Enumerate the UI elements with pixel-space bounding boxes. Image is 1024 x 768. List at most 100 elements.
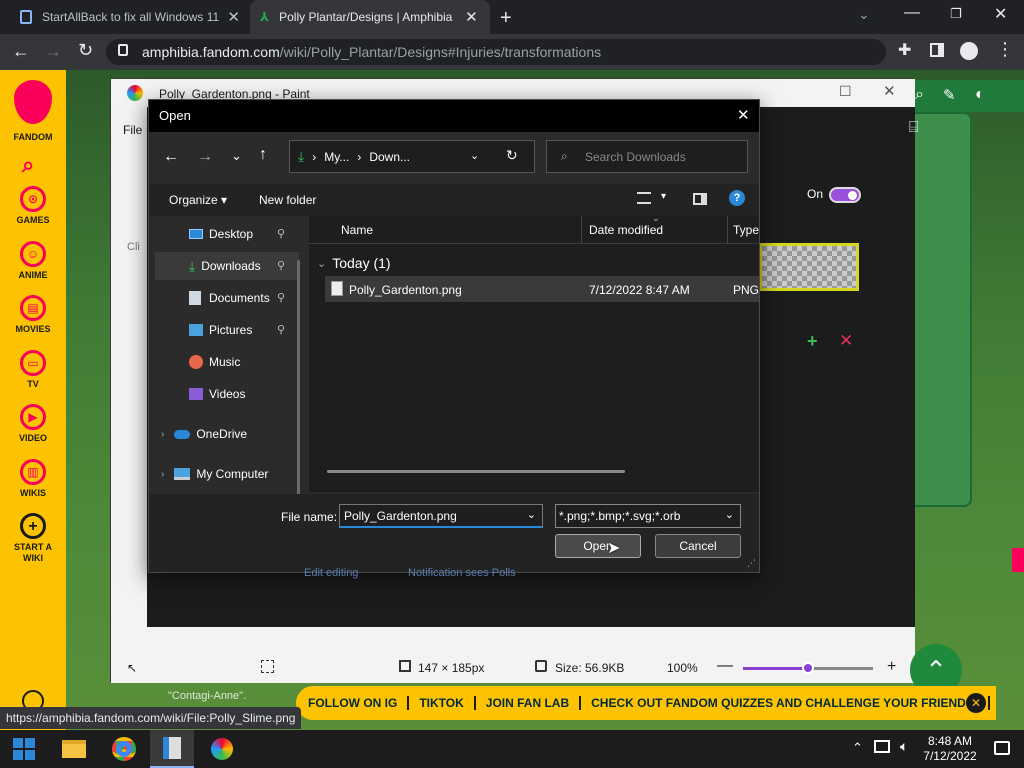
banner-link-fanlab[interactable]: JOIN FAN LAB bbox=[476, 696, 582, 710]
breadcrumb-segment[interactable]: Down... bbox=[369, 150, 410, 164]
back-icon[interactable]: ← bbox=[163, 148, 179, 166]
tab-startallback[interactable]: StartAllBack to fix all Windows 11 ✕ bbox=[10, 0, 250, 34]
zoom-out-icon[interactable]: — bbox=[717, 657, 733, 675]
nav-item-pictures[interactable]: Pictures ⚲ bbox=[149, 316, 299, 344]
taskbar-paint[interactable] bbox=[200, 730, 244, 768]
extensions-icon[interactable]: ✚ bbox=[898, 40, 911, 60]
restore-icon[interactable]: ❐ bbox=[950, 6, 962, 22]
notification-center-icon[interactable] bbox=[994, 741, 1010, 755]
nav-item-documents[interactable]: Documents ⚲ bbox=[149, 284, 299, 312]
nav-item-my-computer[interactable]: › My Computer bbox=[149, 460, 299, 488]
address-dropdown-icon[interactable]: ⌄ bbox=[470, 149, 479, 162]
view-options-icon[interactable] bbox=[637, 192, 651, 204]
banner-link-tiktok[interactable]: TIKTOK bbox=[409, 696, 476, 710]
banner-link-ig[interactable]: FOLLOW ON IG bbox=[296, 696, 410, 710]
new-folder-button[interactable]: New folder bbox=[259, 193, 316, 207]
new-tab-icon[interactable]: + bbox=[500, 7, 512, 30]
cancel-button[interactable]: Cancel bbox=[655, 534, 741, 558]
reload-icon[interactable]: ↻ bbox=[78, 40, 93, 61]
view-dropdown-icon[interactable]: ▾ bbox=[661, 191, 666, 202]
forward-icon[interactable]: → bbox=[44, 41, 62, 62]
expand-chevron-icon[interactable]: › bbox=[161, 429, 164, 440]
visibility-toggle[interactable] bbox=[829, 187, 861, 203]
theme-toggle-icon[interactable]: ◐ bbox=[975, 86, 985, 104]
side-panel-icon[interactable] bbox=[930, 43, 944, 57]
profile-avatar-icon[interactable] bbox=[960, 42, 978, 60]
search-icon[interactable]: ⌕ bbox=[22, 152, 34, 178]
recent-locations-icon[interactable]: ⌄ bbox=[231, 148, 242, 164]
add-layer-icon[interactable]: + bbox=[807, 331, 818, 352]
close-icon[interactable]: ✕ bbox=[465, 8, 478, 26]
search-downloads-input[interactable]: ⌕ Search Downloads bbox=[546, 140, 748, 173]
rail-item-start-wiki[interactable]: + START A WIKI bbox=[0, 513, 66, 564]
expand-chevron-icon[interactable]: › bbox=[161, 469, 164, 480]
search-icon[interactable]: ⌕ bbox=[915, 86, 924, 104]
zoom-in-icon[interactable]: + bbox=[887, 658, 896, 676]
zoom-slider-thumb[interactable] bbox=[802, 662, 814, 674]
zoom-slider[interactable] bbox=[743, 662, 873, 674]
nav-item-videos[interactable]: Videos bbox=[149, 380, 299, 408]
nav-item-downloads[interactable]: ⤓ Downloads ⚲ bbox=[155, 252, 299, 280]
layer-thumbnail[interactable] bbox=[759, 243, 859, 291]
tab-search-icon[interactable]: ⌄ bbox=[858, 6, 870, 23]
address-bar[interactable]: amphibia.fandom.com/wiki/Polly_Plantar/D… bbox=[106, 39, 886, 65]
nav-item-music[interactable]: Music bbox=[149, 348, 299, 376]
group-header-today[interactable]: ⌄ Today (1) bbox=[317, 252, 757, 274]
breadcrumb-segment[interactable]: My... bbox=[324, 150, 349, 164]
menu-kebab-icon[interactable]: ⋮ bbox=[996, 40, 1014, 58]
background-link[interactable]: Edit editing bbox=[304, 567, 358, 579]
forward-icon[interactable]: → bbox=[197, 148, 213, 166]
discussions-icon[interactable]: ✎ bbox=[943, 86, 956, 104]
address-breadcrumb[interactable]: ⤓ › My... › Down... ⌄ ↻ bbox=[289, 140, 535, 173]
dropdown-icon[interactable]: ⌄ bbox=[527, 508, 536, 521]
file-type-filter-select[interactable]: *.png;*.bmp;*.svg;*.orb ⌄ bbox=[555, 504, 741, 528]
dropdown-icon[interactable]: ⌄ bbox=[725, 508, 734, 521]
dialog-close-icon[interactable]: ✕ bbox=[737, 106, 750, 124]
refresh-icon[interactable]: ↻ bbox=[506, 147, 518, 164]
column-header-type[interactable]: Type bbox=[733, 223, 759, 237]
rail-item-movies[interactable]: ▤ MOVIES bbox=[0, 295, 66, 335]
fandom-brand-label[interactable]: FANDOM bbox=[0, 132, 66, 143]
volume-icon[interactable]: 🔈︎ bbox=[900, 738, 908, 755]
taskbar-explorer[interactable] bbox=[52, 730, 96, 768]
feedback-tab[interactable] bbox=[1012, 548, 1024, 572]
taskbar-clock[interactable]: 8:48 AM 7/12/2022 bbox=[922, 734, 978, 764]
file-row[interactable]: Polly_Gardenton.png 7/12/2022 8:47 AM PN… bbox=[325, 276, 759, 302]
paint-file-menu[interactable]: File bbox=[123, 123, 142, 137]
close-icon[interactable]: ✕ bbox=[883, 82, 896, 100]
background-link[interactable]: Notification sees Polls bbox=[408, 567, 516, 579]
network-icon[interactable] bbox=[874, 740, 890, 753]
column-header-name[interactable]: Name bbox=[341, 223, 373, 237]
close-icon[interactable]: ✕ bbox=[227, 8, 240, 26]
help-icon[interactable]: ? bbox=[729, 190, 745, 206]
horizontal-scrollbar[interactable] bbox=[327, 470, 625, 473]
rail-item-tv[interactable]: ▭ TV bbox=[0, 350, 66, 390]
start-button[interactable] bbox=[2, 730, 46, 768]
banner-link-quizzes[interactable]: CHECK OUT FANDOM QUIZZES AND CHALLENGE Y… bbox=[581, 696, 990, 710]
rail-item-video[interactable]: ▶ VIDEO bbox=[0, 404, 66, 444]
up-folder-icon[interactable]: ↑ bbox=[259, 146, 267, 164]
layers-icon[interactable]: ⌸ bbox=[909, 119, 919, 137]
fandom-logo-icon[interactable] bbox=[14, 80, 52, 124]
tab-amphibia[interactable]: ⅄ Polly Plantar/Designs | Amphibia ✕ bbox=[250, 0, 490, 34]
rail-item-wikis[interactable]: ▥ WIKIS bbox=[0, 459, 66, 499]
back-icon[interactable]: ← bbox=[12, 41, 30, 62]
minimize-icon[interactable]: — bbox=[904, 4, 920, 22]
tray-overflow-icon[interactable]: ⌃ bbox=[852, 740, 863, 756]
banner-close-icon[interactable]: ✕ bbox=[966, 693, 986, 713]
rail-item-games[interactable]: ⊙ GAMES bbox=[0, 186, 66, 226]
nav-item-onedrive[interactable]: › OneDrive bbox=[149, 420, 299, 448]
taskbar-chrome[interactable] bbox=[102, 730, 146, 768]
file-name-input[interactable]: Polly_Gardenton.png ⌄ bbox=[339, 504, 543, 528]
close-window-icon[interactable]: ✕ bbox=[994, 4, 1007, 24]
preview-pane-icon[interactable] bbox=[693, 193, 707, 205]
organize-button[interactable]: Organize ▾ bbox=[169, 193, 227, 207]
maximize-icon[interactable]: ☐ bbox=[839, 83, 852, 100]
resize-grip-icon[interactable]: ⋰ bbox=[747, 558, 756, 569]
delete-layer-icon[interactable]: ✕ bbox=[839, 331, 853, 351]
taskbar-active-app[interactable] bbox=[150, 730, 194, 768]
rail-item-anime[interactable]: ☺ ANIME bbox=[0, 241, 66, 281]
open-button[interactable]: Open bbox=[555, 534, 641, 558]
column-header-date[interactable]: Date modified bbox=[589, 223, 663, 237]
nav-item-desktop[interactable]: Desktop ⚲ bbox=[149, 220, 299, 248]
